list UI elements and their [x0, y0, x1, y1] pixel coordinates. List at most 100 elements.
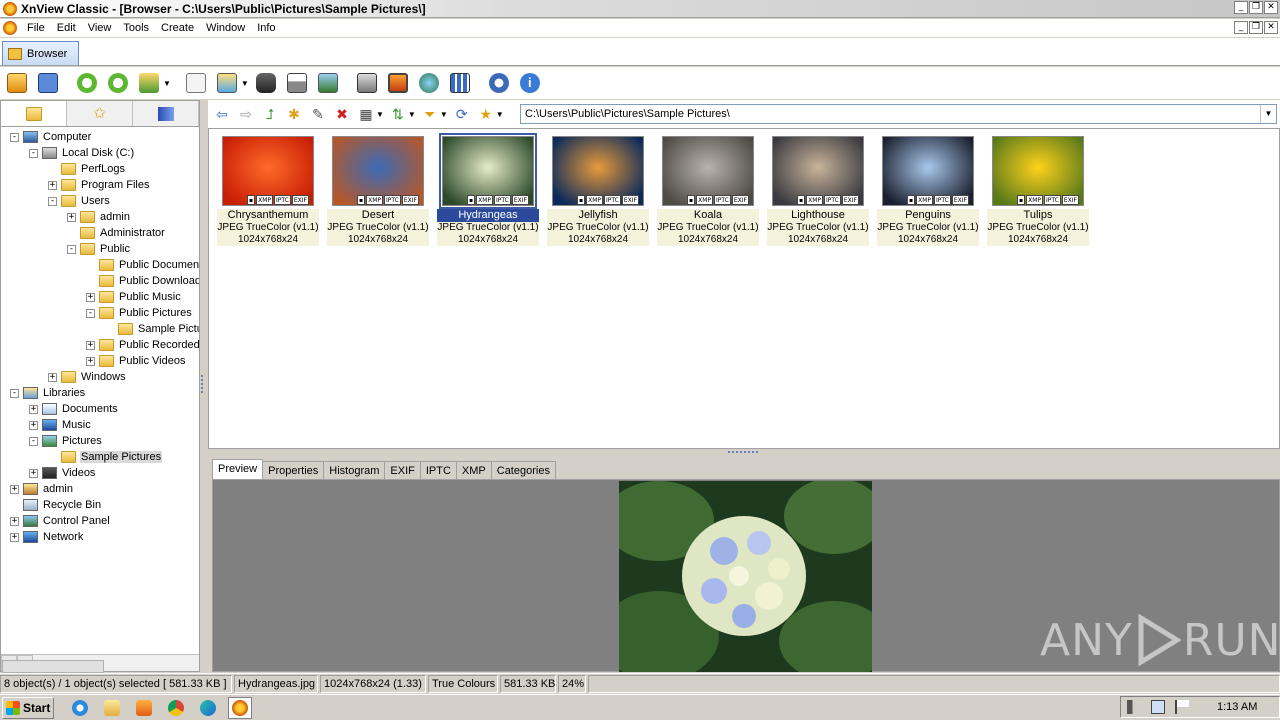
horizontal-splitter[interactable] — [208, 449, 1280, 457]
taskbar-media-player[interactable] — [132, 697, 156, 719]
tab-properties[interactable]: Properties — [262, 461, 325, 481]
tree-node[interactable]: + Control Panel — [10, 513, 111, 529]
vertical-splitter[interactable] — [200, 100, 208, 672]
expand-icon[interactable]: + — [10, 532, 19, 542]
back-button[interactable]: ⇦ — [212, 104, 232, 124]
favorites-dropdown-icon[interactable]: ▼ — [496, 110, 504, 119]
tree-node[interactable]: - Pictures — [29, 433, 103, 449]
sort-dropdown-icon[interactable]: ▼ — [408, 110, 416, 119]
tree-horizontal-scrollbar[interactable]: ◀ ▶ — [1, 654, 199, 673]
thumbnail-item[interactable]: ▪ XMP IPTC EXIF Hydrangeas JPEG TrueColor (v1… — [437, 133, 539, 246]
parent-folder-button[interactable]: ⮥ — [260, 104, 280, 124]
collapse-icon[interactable]: - — [48, 196, 57, 206]
tab-histogram[interactable]: Histogram — [323, 461, 386, 481]
capture-button[interactable] — [354, 70, 380, 96]
web-button[interactable] — [416, 70, 442, 96]
taskbar-xnview[interactable] — [228, 696, 252, 719]
mdi-restore-button[interactable]: ❐ — [1249, 21, 1263, 34]
checkbox-icon[interactable]: ▪ — [247, 195, 256, 205]
favorites-button[interactable]: ★ — [476, 104, 496, 124]
filter-button[interactable]: ⏷ — [420, 104, 440, 124]
tab-favorites[interactable]: ✩ — [67, 101, 133, 126]
scroll-thumb[interactable] — [2, 660, 104, 673]
checkbox-icon[interactable]: ▪ — [577, 195, 586, 205]
tree-node[interactable]: Public Downloads — [86, 273, 199, 289]
clock[interactable]: 1:13 AM — [1217, 701, 1257, 713]
taskbar-chrome[interactable] — [164, 697, 188, 719]
expand-icon[interactable]: + — [86, 340, 95, 350]
tree-node[interactable]: - Public — [67, 241, 131, 257]
tree-node[interactable]: + Program Files — [48, 177, 150, 193]
tree-node[interactable]: + Public Recorded TV — [86, 337, 199, 353]
tab-iptc[interactable]: IPTC — [419, 461, 457, 481]
tree-node[interactable]: Sample Pictures — [48, 449, 163, 465]
tree-node[interactable]: - Libraries — [10, 385, 86, 401]
xnview-app-icon[interactable] — [3, 1, 17, 16]
tree-node[interactable]: + Music — [29, 417, 92, 433]
tree-node[interactable]: PerfLogs — [48, 161, 126, 177]
new-folder-button[interactable]: ✱ — [284, 104, 304, 124]
collapse-icon[interactable]: - — [86, 308, 95, 318]
minimize-button[interactable]: _ — [1234, 1, 1248, 14]
path-input[interactable]: C:\Users\Public\Pictures\Sample Pictures… — [520, 104, 1277, 124]
convert-button[interactable] — [214, 70, 240, 96]
taskbar-explorer[interactable] — [100, 697, 124, 719]
expand-icon[interactable]: + — [86, 292, 95, 302]
tree-node[interactable]: + Public Music — [86, 289, 182, 305]
refresh-button[interactable]: ⟳ — [452, 104, 472, 124]
thumbnail-item[interactable]: ▪ XMP IPTC EXIF Penguins JPEG TrueColor (v1.1… — [877, 134, 979, 246]
tab-categories[interactable]: Categories — [490, 461, 556, 481]
expand-icon[interactable]: + — [10, 484, 19, 494]
close-button[interactable]: ✕ — [1264, 1, 1278, 14]
checkbox-icon[interactable]: ▪ — [907, 195, 916, 205]
rotate-right-button[interactable] — [105, 70, 131, 96]
expand-icon[interactable]: + — [48, 372, 57, 382]
tree-node[interactable]: + Windows — [48, 369, 127, 385]
expand-icon[interactable]: + — [29, 404, 38, 414]
menu-create[interactable]: Create — [155, 22, 200, 34]
taskbar-edge[interactable] — [196, 697, 220, 719]
thumbnail-item[interactable]: ▪ XMP IPTC EXIF Jellyfish JPEG TrueColor (v1.… — [547, 134, 649, 246]
tree-node[interactable]: Administrator — [67, 225, 166, 241]
acquire-button[interactable] — [136, 70, 162, 96]
rotate-left-button[interactable] — [74, 70, 100, 96]
collapse-icon[interactable]: - — [10, 132, 19, 142]
mdi-document-icon[interactable] — [3, 21, 17, 35]
menu-edit[interactable]: Edit — [51, 22, 82, 34]
tree-node[interactable]: Public Documents — [86, 257, 199, 273]
menu-window[interactable]: Window — [200, 22, 251, 34]
menu-tools[interactable]: Tools — [117, 22, 155, 34]
contact-sheet-button[interactable] — [447, 70, 473, 96]
view-mode-button[interactable]: ▦ — [356, 104, 376, 124]
expand-icon[interactable]: + — [29, 468, 38, 478]
action-center-flag-icon[interactable] — [1175, 700, 1189, 714]
thumbnail-item[interactable]: ▪ XMP IPTC EXIF Lighthouse JPEG TrueColor (v1… — [767, 134, 869, 246]
tab-xmp[interactable]: XMP — [455, 461, 492, 481]
collapse-icon[interactable]: - — [29, 148, 38, 158]
tree-node[interactable]: + Documents — [29, 401, 119, 417]
collapse-icon[interactable]: - — [67, 244, 76, 254]
collapse-icon[interactable]: - — [29, 436, 38, 446]
print-button[interactable] — [284, 70, 310, 96]
mdi-close-button[interactable]: ✕ — [1264, 21, 1278, 34]
collapse-icon[interactable]: - — [10, 388, 19, 398]
convert-dropdown-icon[interactable]: ▼ — [241, 79, 249, 88]
tree-node[interactable]: Recycle Bin — [10, 497, 102, 513]
thumbnail-item[interactable]: ▪ XMP IPTC EXIF Koala JPEG TrueColor (v1.1) 10… — [657, 134, 759, 246]
settings-button[interactable] — [486, 70, 512, 96]
fullscreen-button[interactable] — [35, 70, 61, 96]
tree-node[interactable]: Sample Pictures — [105, 321, 199, 337]
tree-node[interactable]: + Public Videos — [86, 353, 186, 369]
slideshow-button[interactable] — [315, 70, 341, 96]
volume-icon[interactable] — [1127, 700, 1141, 714]
tree-node[interactable]: - Computer — [10, 129, 92, 145]
wallpaper-button[interactable] — [385, 70, 411, 96]
mdi-minimize-button[interactable]: _ — [1234, 21, 1248, 34]
checkbox-icon[interactable]: ▪ — [1017, 195, 1026, 205]
rename-button[interactable]: ✎ — [308, 104, 328, 124]
taskbar-ie[interactable] — [68, 697, 92, 719]
filter-dropdown-icon[interactable]: ▼ — [440, 110, 448, 119]
expand-icon[interactable]: + — [48, 180, 57, 190]
sort-button[interactable]: ⇅ — [388, 104, 408, 124]
menu-info[interactable]: Info — [251, 22, 281, 34]
